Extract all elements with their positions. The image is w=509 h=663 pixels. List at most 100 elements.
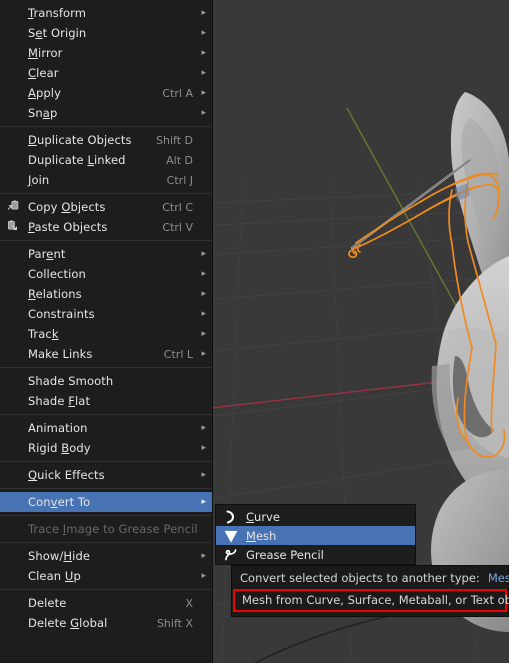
chevron-right-icon: ▸ bbox=[201, 550, 206, 561]
menu-item-label: Shade Flat bbox=[28, 394, 91, 408]
menu-item-convert-to[interactable]: Convert To ▸ bbox=[0, 492, 212, 512]
submenu-item-label: Grease Pencil bbox=[246, 547, 324, 562]
menu-item-label: Shade Smooth bbox=[28, 374, 114, 388]
object-context-menu[interactable]: Transform ▸ Set Origin ▸ Mirror ▸ Clear ▸ Apply C… bbox=[0, 0, 213, 663]
menu-item-label: Collection bbox=[28, 267, 86, 281]
menu-item-collection[interactable]: Collection ▸ bbox=[0, 264, 212, 284]
chevron-right-icon: ▸ bbox=[201, 288, 206, 299]
menu-item-quick-effects[interactable]: Quick Effects ▸ bbox=[0, 465, 212, 485]
menu-separator bbox=[0, 193, 212, 194]
chevron-right-icon: ▸ bbox=[201, 308, 206, 319]
chevron-right-icon: ▸ bbox=[201, 87, 206, 98]
menu-separator bbox=[0, 240, 212, 241]
chevron-right-icon: ▸ bbox=[201, 67, 206, 78]
menu-item-label: Paste Objects bbox=[28, 220, 108, 234]
menu-separator bbox=[0, 461, 212, 462]
blender-window: Transform ▸ Set Origin ▸ Mirror ▸ Clear ▸ Apply C… bbox=[0, 0, 509, 663]
menu-item-set-origin[interactable]: Set Origin ▸ bbox=[0, 23, 212, 43]
chevron-right-icon: ▸ bbox=[201, 422, 206, 433]
menu-item-shortcut: Ctrl V bbox=[162, 220, 193, 234]
menu-item-label: Clear bbox=[28, 66, 59, 80]
tooltip-description-row: Convert selected objects to another type… bbox=[232, 570, 509, 586]
tooltip-highlight-box: Mesh from Curve, Surface, Metaball, or T… bbox=[233, 589, 509, 612]
chevron-right-icon: ▸ bbox=[201, 248, 206, 259]
menu-separator bbox=[0, 542, 212, 543]
menu-item-rigid-body[interactable]: Rigid Body ▸ bbox=[0, 438, 212, 458]
menu-item-label: Mirror bbox=[28, 46, 63, 60]
menu-item-label: Animation bbox=[28, 421, 88, 435]
menu-item-make-links[interactable]: Make Links Ctrl L ▸ bbox=[0, 344, 212, 364]
chevron-right-icon: ▸ bbox=[201, 469, 206, 480]
menu-item-label: Constraints bbox=[28, 307, 95, 321]
menu-item-constraints[interactable]: Constraints ▸ bbox=[0, 304, 212, 324]
menu-item-track[interactable]: Track ▸ bbox=[0, 324, 212, 344]
chevron-right-icon: ▸ bbox=[201, 107, 206, 118]
menu-item-shortcut: Ctrl L bbox=[163, 347, 193, 361]
menu-item-parent[interactable]: Parent ▸ bbox=[0, 244, 212, 264]
menu-item-delete[interactable]: DeleteX▸ bbox=[0, 593, 212, 613]
menu-item-shortcut: X bbox=[185, 596, 193, 610]
menu-item-label: Snap bbox=[28, 106, 58, 120]
mesh-cone-icon bbox=[223, 528, 239, 544]
submenu-item-grease-pencil[interactable]: Grease Pencil bbox=[216, 545, 415, 564]
menu-item-apply[interactable]: Apply Ctrl A ▸ bbox=[0, 83, 212, 103]
menu-item-animation[interactable]: Animation ▸ bbox=[0, 418, 212, 438]
menu-item-shade-flat[interactable]: Shade Flat▸ bbox=[0, 391, 212, 411]
tooltip-detail: Mesh from Curve, Surface, Metaball, or T… bbox=[242, 593, 509, 607]
menu-item-clear[interactable]: Clear ▸ bbox=[0, 63, 212, 83]
menu-item-delete-global[interactable]: Delete GlobalShift X▸ bbox=[0, 613, 212, 633]
menu-item-label: Convert To bbox=[28, 495, 91, 509]
menu-item-transform[interactable]: Transform ▸ bbox=[0, 3, 212, 23]
menu-separator bbox=[0, 367, 212, 368]
menu-item-label: Set Origin bbox=[28, 26, 87, 40]
menu-item-mirror[interactable]: Mirror ▸ bbox=[0, 43, 212, 63]
chevron-right-icon: ▸ bbox=[201, 268, 206, 279]
mesh-tooltip: Convert selected objects to another type… bbox=[231, 565, 509, 617]
menu-item-label: Apply bbox=[28, 86, 61, 100]
menu-item-label: Delete bbox=[28, 596, 67, 610]
menu-item-show-hide[interactable]: Show/Hide ▸ bbox=[0, 546, 212, 566]
chevron-right-icon: ▸ bbox=[201, 496, 206, 507]
menu-item-trace-image-to-grease-pencil: Trace Image to Grease Pencil▸ bbox=[0, 519, 212, 539]
submenu-item-label: Curve bbox=[246, 509, 280, 524]
menu-separator bbox=[0, 488, 212, 489]
submenu-item-mesh[interactable]: Mesh bbox=[216, 526, 415, 545]
menu-item-relations[interactable]: Relations ▸ bbox=[0, 284, 212, 304]
tooltip-description: Convert selected objects to another type… bbox=[240, 571, 480, 585]
menu-separator bbox=[0, 515, 212, 516]
grease-pencil-icon bbox=[223, 547, 239, 563]
chevron-right-icon: ▸ bbox=[201, 570, 206, 581]
chevron-right-icon: ▸ bbox=[201, 7, 206, 18]
submenu-item-label: Mesh bbox=[246, 528, 277, 543]
convert-to-submenu[interactable]: Curve Mesh Grease Pencil bbox=[215, 504, 416, 565]
chevron-right-icon: ▸ bbox=[201, 328, 206, 339]
menu-item-label: Relations bbox=[28, 287, 82, 301]
menu-separator bbox=[0, 126, 212, 127]
menu-item-label: Make Links bbox=[28, 347, 93, 361]
menu-item-label: Transform bbox=[28, 6, 87, 20]
menu-item-clean-up[interactable]: Clean Up ▸ bbox=[0, 566, 212, 586]
menu-item-label: Quick Effects bbox=[28, 468, 105, 482]
menu-item-shortcut: Ctrl C bbox=[162, 200, 193, 214]
menu-item-shade-smooth[interactable]: Shade Smooth▸ bbox=[0, 371, 212, 391]
menu-item-label: Rigid Body bbox=[28, 441, 91, 455]
menu-item-label: Duplicate Linked bbox=[28, 153, 126, 167]
menu-item-label: Trace Image to Grease Pencil bbox=[28, 522, 198, 536]
menu-item-paste-objects[interactable]: Paste ObjectsCtrl V▸ bbox=[0, 217, 212, 237]
submenu-item-curve[interactable]: Curve bbox=[216, 507, 415, 526]
tooltip-value: Mesh bbox=[487, 571, 509, 585]
menu-item-duplicate-objects[interactable]: Duplicate ObjectsShift D▸ bbox=[0, 130, 212, 150]
paste-icon bbox=[7, 220, 21, 234]
menu-item-copy-objects[interactable]: Copy ObjectsCtrl C▸ bbox=[0, 197, 212, 217]
curve-icon bbox=[223, 509, 239, 525]
menu-item-snap[interactable]: Snap ▸ bbox=[0, 103, 212, 123]
menu-item-duplicate-linked[interactable]: Duplicate LinkedAlt D▸ bbox=[0, 150, 212, 170]
menu-item-label: Clean Up bbox=[28, 569, 81, 583]
chevron-right-icon: ▸ bbox=[201, 27, 206, 38]
chevron-right-icon: ▸ bbox=[201, 47, 206, 58]
menu-item-shortcut: Shift D bbox=[156, 133, 193, 147]
menu-item-join[interactable]: JoinCtrl J▸ bbox=[0, 170, 212, 190]
menu-item-label: Delete Global bbox=[28, 616, 108, 630]
menu-item-shortcut: Ctrl A bbox=[162, 86, 193, 100]
menu-item-label: Duplicate Objects bbox=[28, 133, 132, 147]
